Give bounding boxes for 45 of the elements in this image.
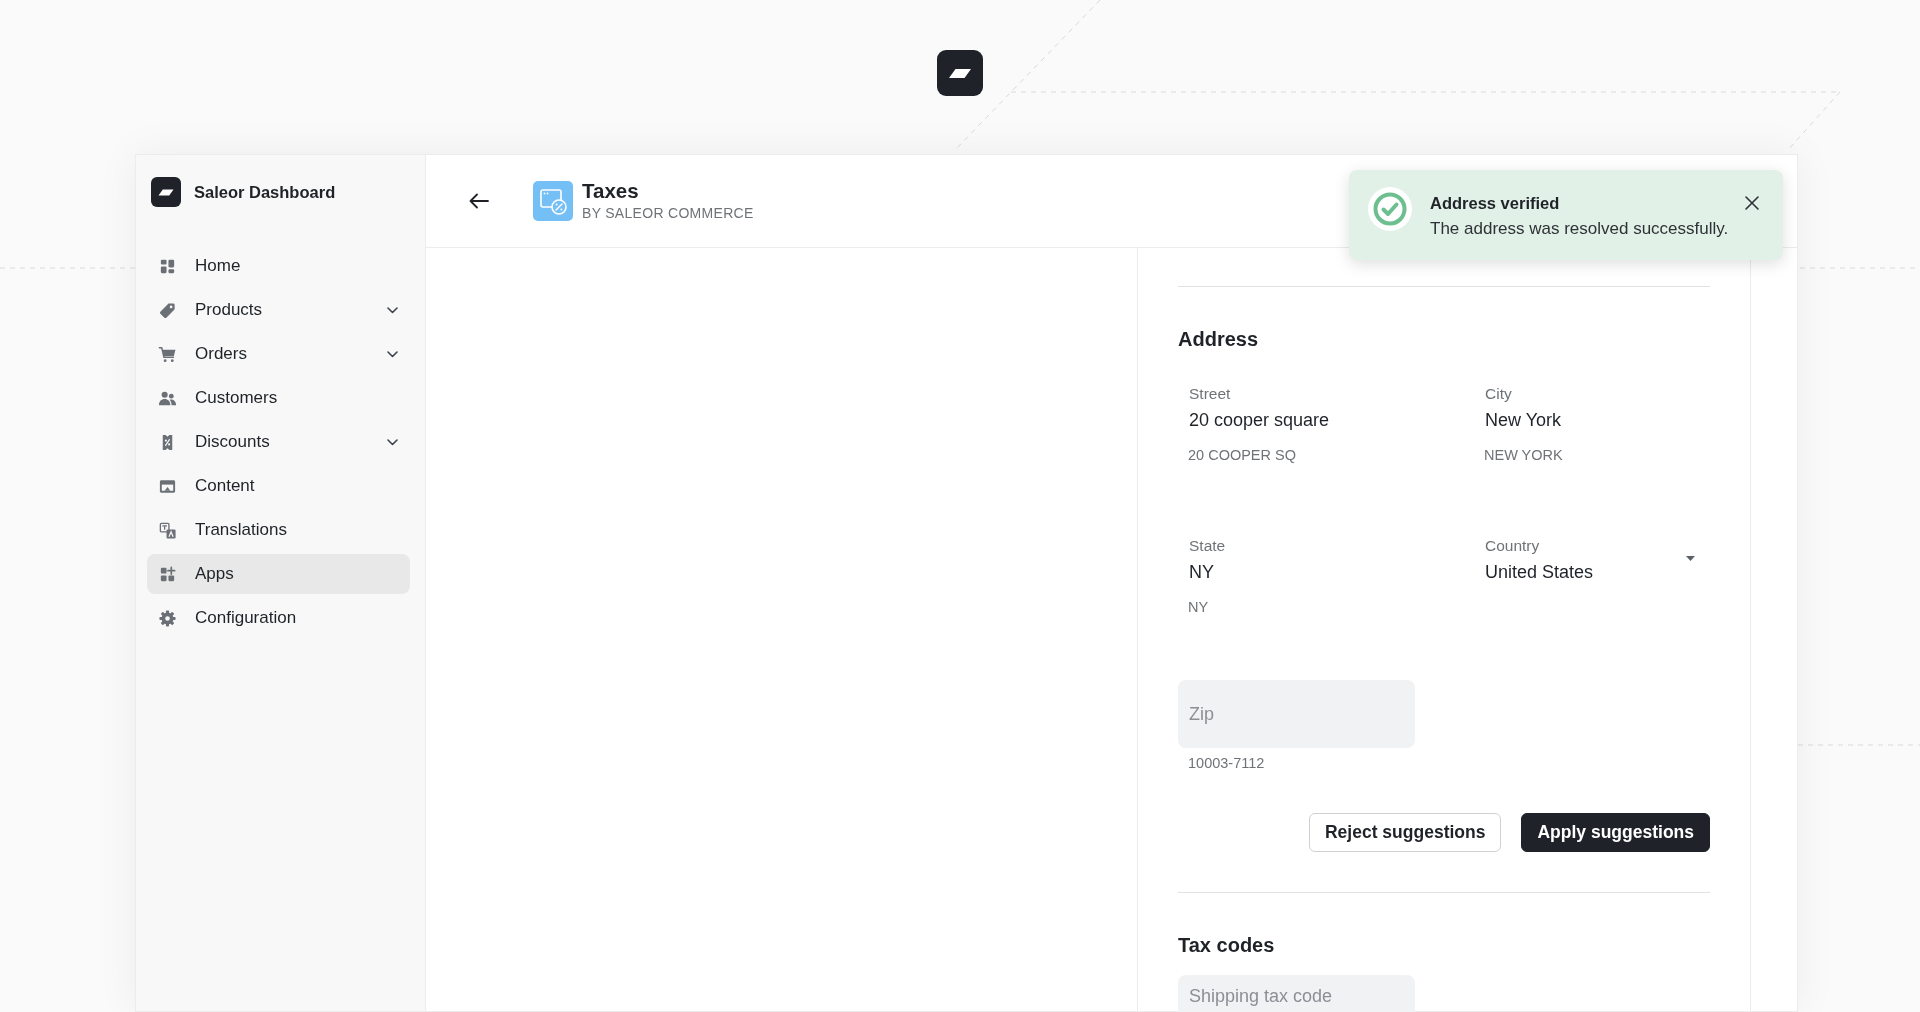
nav-item[interactable]: Products — [147, 290, 410, 330]
reject-button[interactable]: Reject suggestions — [1309, 813, 1502, 852]
nav-item[interactable]: Configuration — [147, 598, 410, 638]
toast-message: The address was resolved successfully. — [1430, 219, 1730, 239]
close-icon — [1745, 196, 1759, 210]
logo-icon — [937, 50, 983, 96]
arrow-left-icon — [469, 193, 489, 209]
input-field[interactable]: Shipping tax code — [1178, 975, 1415, 1012]
input-field[interactable]: 20 cooper square — [1189, 408, 1415, 432]
browser-percent-icon — [533, 181, 573, 221]
section-heading: Tax codes — [1178, 933, 1276, 957]
nav-item[interactable]: Orders — [147, 334, 410, 374]
dropdown-field[interactable]: Country United States — [1474, 528, 1711, 584]
logo-icon — [151, 177, 181, 207]
nav-item[interactable]: Apps — [147, 554, 410, 594]
section-heading: Address — [1178, 327, 1260, 351]
cart-icon — [158, 344, 177, 364]
translate-icon — [158, 520, 177, 540]
app-title: Taxes — [582, 179, 640, 203]
tag-icon — [158, 300, 177, 320]
field-label: Street — [1189, 384, 1232, 404]
input-field[interactable]: NY — [1189, 560, 1415, 584]
field-label: State — [1189, 536, 1227, 556]
settings-icon — [158, 608, 177, 628]
app-name: Saleor Dashboard — [194, 181, 336, 203]
nav-item[interactable]: Translations — [147, 510, 410, 550]
suggestion-text: 20 COOPER SQ — [1187, 446, 1297, 465]
suggestion-text: NY — [1187, 598, 1210, 617]
nav-item[interactable]: Home — [147, 246, 410, 286]
toast-title: Address verified — [1430, 193, 1561, 213]
app-subtitle: BY SALEOR COMMERCE — [582, 204, 754, 223]
field-label: City — [1485, 384, 1513, 404]
suggestion-text: NEW YORK — [1483, 446, 1564, 465]
nav-item[interactable]: Discounts — [147, 422, 410, 462]
input-field[interactable]: Zip — [1178, 680, 1415, 748]
nav-item[interactable]: Customers — [147, 378, 410, 418]
close-button[interactable] — [1742, 193, 1762, 213]
apps-icon — [158, 564, 177, 584]
caret-down-icon — [1686, 555, 1695, 561]
apply-button[interactable]: Apply suggestions — [1521, 813, 1710, 852]
check-circle-icon — [1368, 187, 1412, 231]
suggestion-text: 10003-7112 — [1187, 754, 1266, 773]
nav-item[interactable]: Content — [147, 466, 410, 506]
dashed-diagonal-line — [1787, 91, 1841, 151]
input-field[interactable]: New York — [1485, 408, 1711, 432]
